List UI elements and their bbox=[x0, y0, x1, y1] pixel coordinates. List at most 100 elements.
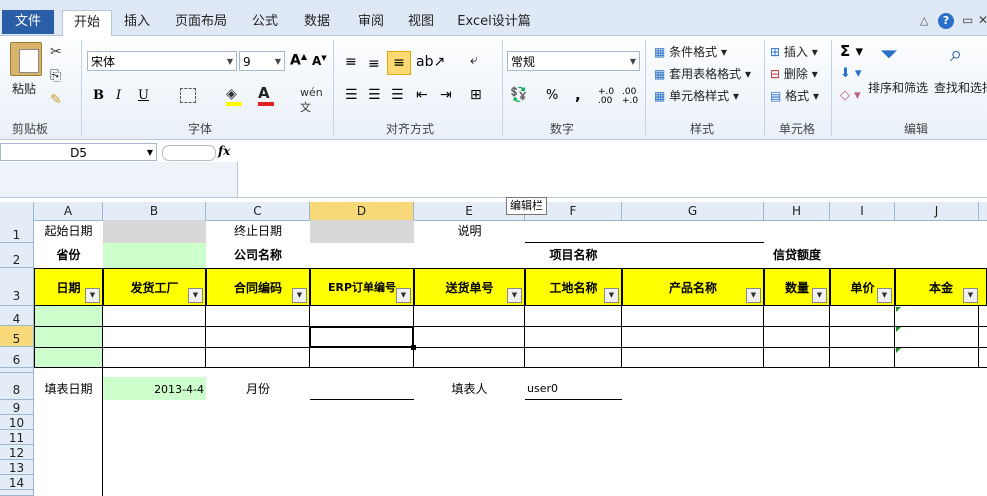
column-header[interactable]: I bbox=[830, 202, 895, 220]
cell-B2[interactable] bbox=[103, 243, 206, 268]
align-top-icon[interactable]: ≡ bbox=[345, 54, 357, 70]
fill-icon[interactable]: ⬇ ▾ bbox=[840, 66, 862, 81]
header-quantity[interactable]: 数量 ▼ bbox=[764, 268, 830, 306]
shrink-font-icon[interactable]: A▼ bbox=[312, 54, 327, 68]
cell-F2[interactable]: 项目名称 bbox=[525, 243, 622, 268]
error-indicator-icon[interactable] bbox=[896, 327, 901, 332]
row-header[interactable]: 1 bbox=[0, 220, 34, 243]
column-header[interactable]: A bbox=[34, 202, 103, 220]
active-cell-D5[interactable] bbox=[309, 326, 414, 348]
header-erp[interactable]: ERP订单编号 ▼ bbox=[310, 268, 414, 306]
border-icon[interactable] bbox=[180, 88, 196, 103]
cell-E1[interactable]: 说明 bbox=[414, 220, 525, 243]
phonetic-icon[interactable]: wén 文 bbox=[300, 86, 323, 115]
insert-function-icon[interactable]: fx bbox=[218, 144, 230, 158]
column-header[interactable]: G bbox=[622, 202, 764, 220]
header-contract[interactable]: 合同编码 ▼ bbox=[206, 268, 310, 306]
align-left-icon[interactable]: ☰ bbox=[345, 87, 358, 103]
clear-icon[interactable]: ◇ ▾ bbox=[840, 88, 861, 103]
grow-font-icon[interactable]: A▲ bbox=[290, 52, 307, 69]
decrease-decimal-icon[interactable]: .00 +.0 bbox=[622, 88, 644, 106]
cell-B1[interactable] bbox=[103, 220, 206, 243]
row-header[interactable]: 2 bbox=[0, 243, 34, 268]
align-center-icon[interactable]: ☰ bbox=[368, 87, 381, 103]
row-header[interactable]: 13 bbox=[0, 460, 34, 475]
cell-F8[interactable]: user0 bbox=[527, 373, 622, 400]
cell-A1[interactable]: 起始日期 bbox=[34, 220, 103, 243]
underline-icon[interactable]: U bbox=[138, 88, 149, 103]
row-header[interactable]: 11 bbox=[0, 430, 34, 445]
header-date[interactable]: 日期 ▼ bbox=[34, 268, 103, 306]
cell-H2[interactable]: 信贷额度 bbox=[764, 243, 830, 268]
filter-dropdown-icon[interactable]: ▼ bbox=[604, 288, 619, 303]
select-all-corner[interactable] bbox=[0, 202, 34, 220]
increase-indent-icon[interactable]: ⇥ bbox=[440, 87, 452, 103]
align-right-icon[interactable]: ☰ bbox=[391, 87, 404, 103]
delete-cells-button[interactable]: ⊟ 删除 ▾ bbox=[770, 65, 818, 82]
filter-dropdown-icon[interactable]: ▼ bbox=[396, 288, 411, 303]
row-header[interactable]: 4 bbox=[0, 306, 34, 326]
collapse-ribbon-icon[interactable]: △ bbox=[920, 14, 928, 27]
name-box[interactable]: D5 ▼ bbox=[0, 143, 157, 161]
cell-E8[interactable]: 填表人 bbox=[414, 373, 525, 400]
tab-view[interactable]: 视图 bbox=[400, 10, 442, 34]
orientation-icon[interactable]: ab↗ bbox=[416, 54, 445, 70]
paste-button[interactable]: 粘贴 bbox=[12, 80, 36, 97]
tab-data[interactable]: 数据 bbox=[296, 10, 338, 34]
align-middle-icon[interactable]: ≡ bbox=[368, 56, 380, 72]
font-name-combo[interactable]: 宋体 ▼ bbox=[87, 51, 237, 71]
paste-icon[interactable] bbox=[10, 42, 42, 76]
merge-center-icon[interactable]: ⊞ bbox=[470, 87, 482, 103]
header-site[interactable]: 工地名称 ▼ bbox=[525, 268, 622, 306]
cell-B8[interactable]: 2013-4-4 bbox=[103, 377, 206, 400]
tab-insert[interactable]: 插入 bbox=[116, 10, 158, 34]
formula-input[interactable] bbox=[0, 162, 238, 197]
header-price[interactable]: 单价 ▼ bbox=[830, 268, 895, 306]
column-header[interactable]: H bbox=[764, 202, 830, 220]
row-header[interactable]: 5 bbox=[0, 326, 34, 347]
format-as-table-button[interactable]: ▦ 套用表格格式 ▾ bbox=[654, 65, 751, 82]
header-factory[interactable]: 发货工厂 ▼ bbox=[103, 268, 206, 306]
fill-color-icon[interactable]: ◈ bbox=[226, 86, 242, 106]
cell-styles-button[interactable]: ▦ 单元格样式 ▾ bbox=[654, 87, 739, 104]
header-principal[interactable]: 本金 ▼ bbox=[895, 268, 987, 306]
insert-cells-button[interactable]: ⊞ 插入 ▾ bbox=[770, 43, 818, 60]
accounting-format-icon[interactable]: 💱 bbox=[510, 87, 527, 103]
decrease-indent-icon[interactable]: ⇤ bbox=[416, 87, 428, 103]
tab-home[interactable]: 开始 bbox=[62, 10, 112, 37]
tab-formulas[interactable]: 公式 bbox=[244, 10, 286, 34]
sort-filter-button[interactable]: 排序和筛选 bbox=[868, 79, 928, 96]
sort-filter-icon[interactable]: ⏷ bbox=[880, 42, 898, 67]
filter-dropdown-icon[interactable]: ▼ bbox=[812, 288, 827, 303]
italic-icon[interactable]: I bbox=[116, 88, 121, 103]
row-header[interactable]: 8 bbox=[0, 373, 34, 400]
column-header[interactable]: D bbox=[310, 202, 414, 220]
tab-review[interactable]: 审阅 bbox=[350, 10, 392, 34]
format-cells-button[interactable]: ▤ 格式 ▾ bbox=[770, 87, 819, 104]
percent-icon[interactable]: % bbox=[546, 88, 558, 103]
cell-C1[interactable]: 终止日期 bbox=[206, 220, 310, 243]
column-header[interactable]: B bbox=[103, 202, 206, 220]
comma-style-icon[interactable]: , bbox=[575, 86, 581, 104]
row-header[interactable]: 9 bbox=[0, 400, 34, 415]
row-header[interactable]: 14 bbox=[0, 475, 34, 490]
conditional-format-button[interactable]: ▦ 条件格式 ▾ bbox=[654, 43, 727, 60]
help-icon[interactable]: ? bbox=[938, 13, 954, 29]
header-delivery[interactable]: 送货单号 ▼ bbox=[414, 268, 525, 306]
copy-icon[interactable]: ⎘ bbox=[50, 68, 61, 84]
increase-decimal-icon[interactable]: +.0 .00 bbox=[598, 88, 620, 106]
cell-A2[interactable]: 省份 bbox=[34, 243, 103, 268]
filter-dropdown-icon[interactable]: ▼ bbox=[746, 288, 761, 303]
header-product[interactable]: 产品名称 ▼ bbox=[622, 268, 764, 306]
formula-bar-divider[interactable] bbox=[162, 145, 216, 161]
cell-C2[interactable]: 公司名称 bbox=[206, 243, 310, 268]
format-painter-icon[interactable]: ✎ bbox=[50, 92, 62, 108]
find-select-icon[interactable]: ⌕ bbox=[950, 42, 962, 67]
tab-excel-design[interactable]: Excel设计篇 bbox=[452, 10, 536, 34]
row-header[interactable]: 3 bbox=[0, 268, 34, 306]
row-header[interactable]: 10 bbox=[0, 415, 34, 430]
cut-icon[interactable]: ✂ bbox=[50, 44, 62, 60]
bold-icon[interactable]: B bbox=[93, 88, 104, 103]
row-header[interactable]: 6 bbox=[0, 347, 34, 368]
font-color-icon[interactable]: A bbox=[258, 84, 274, 106]
